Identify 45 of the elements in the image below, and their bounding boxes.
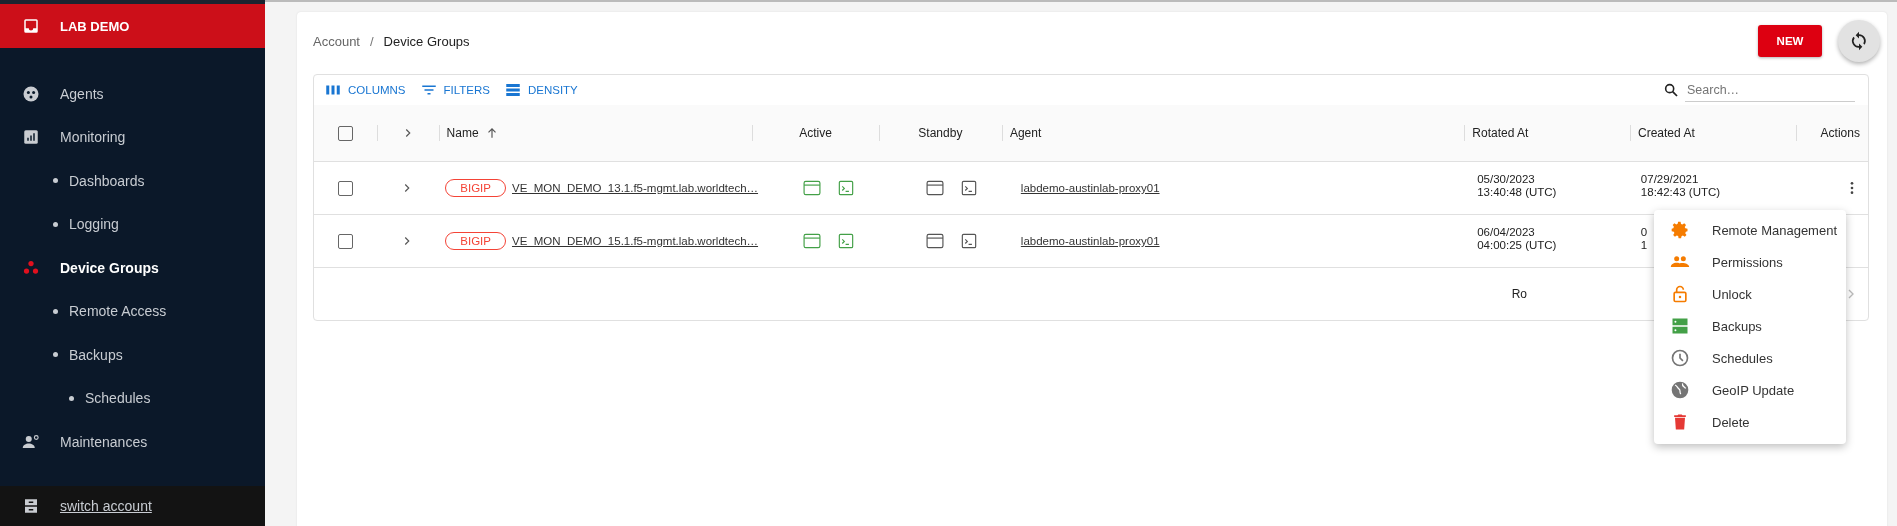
menu-item[interactable]: Schedules — [1654, 342, 1846, 374]
column-header[interactable]: Standby — [918, 126, 963, 140]
nav-subitem[interactable]: Schedules — [0, 376, 265, 420]
date-text: 1 — [1640, 238, 1648, 251]
date-text: 06/04/2023 — [1477, 225, 1535, 238]
column-header[interactable]: Actions — [1820, 126, 1860, 140]
toolbar-button[interactable]: DENSITY — [501, 81, 580, 99]
rows-per-page-label: Ro — [1511, 287, 1527, 301]
breadcrumb-separator: / — [370, 33, 374, 49]
agent-link[interactable]: labdemo-austinlab-proxy01 — [1020, 182, 1160, 194]
date-text: 05/30/2023 — [1477, 172, 1535, 185]
new-button[interactable]: NEW — [1758, 25, 1822, 57]
breadcrumb-item: Device Groups — [383, 33, 470, 49]
date-text: 13:40:48 (UTC) — [1477, 185, 1557, 198]
switch-account-link[interactable]: switch account — [60, 498, 152, 514]
nav-item[interactable]: Monitoring — [0, 115, 265, 159]
brand-name: LAB DEMO — [60, 18, 130, 34]
nav-item[interactable]: Maintenances — [0, 420, 265, 464]
menu-item[interactable]: GeoIP Update — [1654, 374, 1846, 406]
column-header[interactable]: Active — [799, 126, 832, 140]
device-name-link[interactable]: VE_MON_DEMO_13.1.f5-mgmt.lab.worldtech… — [512, 182, 759, 194]
column-header[interactable]: Rotated At — [1472, 126, 1529, 140]
toolbar-button[interactable]: FILTERS — [417, 81, 492, 99]
menu-item[interactable]: Permissions — [1654, 246, 1846, 278]
nav-subitem[interactable]: Dashboards — [0, 159, 265, 203]
date-text: 0 — [1640, 225, 1648, 238]
agent-link[interactable]: labdemo-austinlab-proxy01 — [1020, 235, 1160, 247]
toolbar-button[interactable]: COLUMNS — [322, 81, 408, 99]
menu-item[interactable]: Delete — [1654, 406, 1846, 438]
date-text: 18:42:43 (UTC) — [1640, 185, 1721, 198]
nav-subitem[interactable]: Remote Access — [0, 289, 265, 333]
nav-item[interactable]: Device Groups — [0, 246, 265, 290]
column-header[interactable]: Name — [446, 126, 479, 140]
menu-item[interactable]: Backups — [1654, 310, 1846, 342]
date-text: 04:00:25 (UTC) — [1477, 238, 1557, 251]
menu-item[interactable]: Remote Management — [1654, 214, 1846, 246]
nav-item[interactable]: Agents — [0, 72, 265, 116]
menu-item[interactable]: Unlock — [1654, 278, 1846, 310]
column-header[interactable]: Created At — [1638, 126, 1695, 140]
column-header[interactable]: Agent — [1009, 126, 1042, 140]
device-name-link[interactable]: VE_MON_DEMO_15.1.f5-mgmt.lab.worldtech… — [512, 235, 759, 247]
nav-subitem[interactable]: Logging — [0, 202, 265, 246]
breadcrumb-item[interactable]: Account — [313, 33, 360, 49]
date-text: 07/29/2021 — [1640, 172, 1699, 185]
nav-subitem[interactable]: Backups — [0, 333, 265, 377]
